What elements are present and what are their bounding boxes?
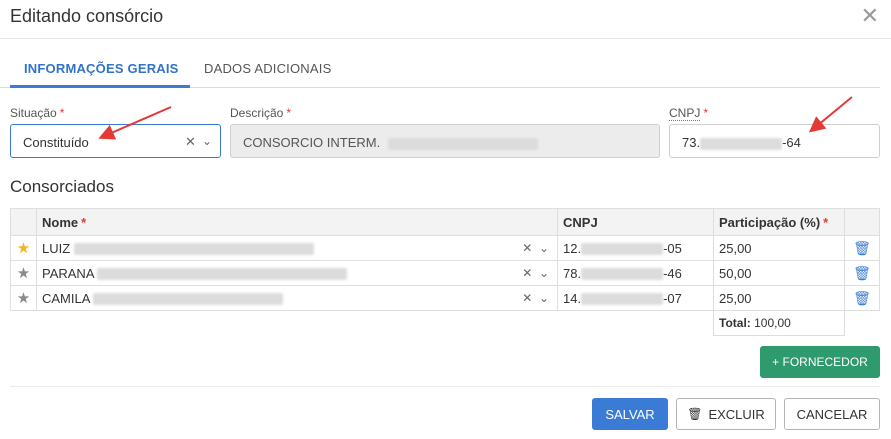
required-mark: * (703, 106, 709, 120)
active-tab-indicator (10, 85, 190, 88)
nome-cell[interactable]: LUIZ ✕ ⌄ (36, 235, 558, 261)
cnpj-cell: 14. -07 (557, 285, 714, 311)
cnpj-suffix: -64 (782, 135, 801, 150)
redacted-text (73, 243, 314, 256)
redacted-text (93, 293, 284, 306)
required-mark: * (59, 106, 65, 120)
star-icon[interactable]: ★ (10, 235, 37, 261)
star-icon[interactable]: ★ (10, 260, 37, 286)
chevron-down-icon[interactable]: ⌄ (202, 134, 212, 148)
row-select-controls[interactable]: ✕ ⌄ (522, 241, 549, 255)
nome-cell[interactable]: PARANA ✕ ⌄ (36, 260, 558, 286)
salvar-button[interactable]: SALVAR (592, 398, 668, 430)
nome-cell[interactable]: CAMILA ✕ ⌄ (36, 285, 558, 311)
required-mark: * (286, 106, 292, 120)
redacted-text (97, 268, 348, 281)
cnpj-label: CNPJ * (669, 106, 709, 121)
cancelar-button[interactable]: CANCELAR (784, 398, 880, 430)
situacao-value: Constituído (23, 135, 89, 150)
actions-column-header (844, 208, 880, 236)
trash-icon[interactable]: 🗑 (844, 235, 880, 261)
cnpj-cell: 78. -46 (557, 260, 714, 286)
descricao-field: CONSORCIO INTERM. (230, 124, 660, 158)
participacao-cell[interactable]: 50,00 (713, 260, 845, 286)
star-icon[interactable]: ★ (10, 285, 37, 311)
redacted-text (387, 137, 538, 150)
cnpj-prefix: 73. (682, 135, 701, 150)
table-row: ★ CAMILA ✕ ⌄ 14. -07 25,00 🗑 (10, 285, 880, 311)
cnpj-column-header: CNPJ (557, 208, 714, 236)
cnpj-cell: 12. -05 (557, 235, 714, 261)
cnpj-input[interactable]: 73. -64 (669, 124, 880, 158)
situacao-select[interactable]: Constituído ✕ ⌄ (10, 124, 221, 158)
star-column-header (10, 208, 37, 236)
row-select-controls[interactable]: ✕ ⌄ (522, 266, 549, 280)
footer-divider (10, 386, 880, 387)
row-select-controls[interactable]: ✕ ⌄ (522, 291, 549, 305)
tab-bar: INFORMAÇÕES GERAIS DADOS ADICIONAIS (0, 40, 880, 88)
dialog-header: Editando consórcio ✕ (0, 0, 891, 39)
table-row: ★ PARANA ✕ ⌄ 78. -46 50,00 🗑 (10, 260, 880, 286)
redacted-text (700, 137, 783, 150)
trash-icon[interactable]: 🗑 (844, 260, 880, 286)
trash-icon: 🗑 (687, 407, 703, 421)
dialog-title: Editando consórcio (10, 6, 164, 26)
participacao-cell[interactable]: 25,00 (713, 285, 845, 311)
descricao-label: Descrição * (230, 106, 292, 120)
consorciados-table: Nome * CNPJ Participação (%) * ★ LUIZ ✕ ⌄ … (10, 208, 880, 336)
table-row: ★ LUIZ ✕ ⌄ 12. -05 25,00 🗑 (10, 235, 880, 261)
tab-dados-adicionais[interactable]: DADOS ADICIONAIS (204, 61, 331, 76)
total-row: Total: 100,00 (11, 310, 880, 336)
excluir-button[interactable]: 🗑 EXCLUIR (676, 398, 776, 430)
clear-icon[interactable]: ✕ (185, 134, 196, 150)
total-cell: Total: 100,00 (713, 310, 845, 336)
nome-column-header: Nome * (36, 208, 558, 236)
descricao-value: CONSORCIO INTERM. (243, 135, 381, 150)
trash-icon[interactable]: 🗑 (844, 285, 880, 311)
add-fornecedor-button[interactable]: + FORNECEDOR (760, 346, 880, 378)
participacao-column-header: Participação (%) * (713, 208, 845, 236)
participacao-cell[interactable]: 25,00 (713, 235, 845, 261)
tab-informacoes-gerais[interactable]: INFORMAÇÕES GERAIS (24, 61, 179, 76)
close-icon[interactable]: ✕ (861, 5, 879, 27)
situacao-label: Situação * (10, 106, 65, 120)
consorciados-title: Consorciados (10, 177, 114, 196)
